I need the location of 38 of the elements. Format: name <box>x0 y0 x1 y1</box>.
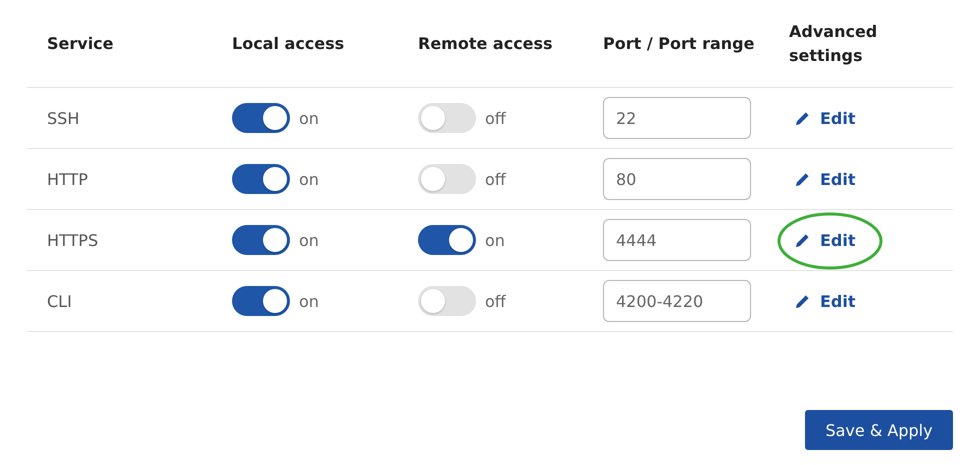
toggle-switch[interactable] <box>418 286 476 316</box>
column-header: Port / Port range <box>603 32 754 54</box>
toggle-switch[interactable] <box>232 103 290 133</box>
toggle-switch[interactable] <box>418 225 476 255</box>
pencil-icon <box>795 232 810 248</box>
port-field[interactable]: 80 <box>603 158 751 200</box>
edit-link[interactable]: Edit <box>795 230 856 250</box>
port-field[interactable]: 22 <box>603 97 751 139</box>
service-name: HTTP <box>47 170 88 188</box>
save-and-apply-button[interactable]: Save & Apply <box>805 410 953 450</box>
pencil-icon <box>795 172 810 186</box>
service-name: SSH <box>47 108 80 128</box>
pencil-icon <box>795 294 810 308</box>
column-header: Local access <box>232 32 344 54</box>
service-name: HTTPS <box>47 230 98 250</box>
toggle-switch[interactable] <box>418 103 476 133</box>
toggle-switch[interactable] <box>418 164 476 194</box>
toggle-label: on <box>299 230 319 250</box>
edit-link[interactable]: Edit <box>795 292 856 310</box>
service-name: CLI <box>47 292 72 310</box>
toggle-switch[interactable] <box>232 164 290 194</box>
toggle-label: on <box>299 170 319 188</box>
column-header: Advanced settings <box>789 20 878 66</box>
port-field[interactable]: 4200-4220 <box>603 280 751 322</box>
toggle-label: off <box>485 292 506 310</box>
toggle-switch[interactable] <box>232 225 290 255</box>
toggle-label: off <box>485 108 506 128</box>
toggle-switch[interactable] <box>232 286 290 316</box>
toggle-label: on <box>485 230 505 250</box>
column-header: Service <box>47 32 114 54</box>
port-field[interactable]: 4444 <box>603 219 751 261</box>
toggle-label: on <box>299 108 319 128</box>
column-header: Remote access <box>418 32 553 54</box>
edit-link[interactable]: Edit <box>795 170 856 188</box>
edit-link[interactable]: Edit <box>795 108 856 128</box>
toggle-label: on <box>299 292 319 310</box>
toggle-label: off <box>485 170 506 188</box>
pencil-icon <box>795 110 810 126</box>
